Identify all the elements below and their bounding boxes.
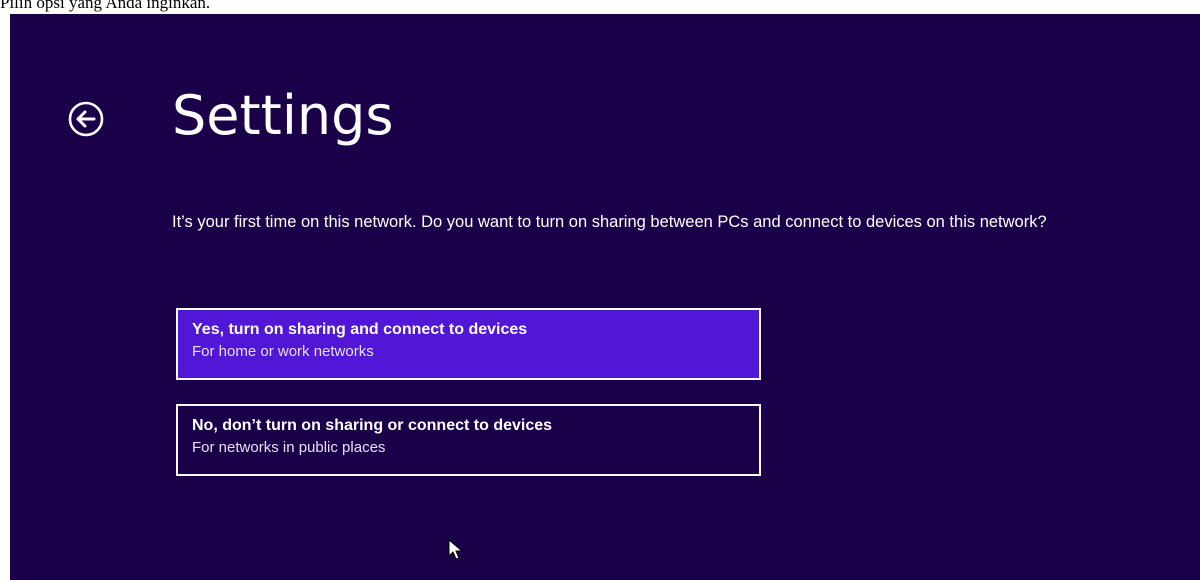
- network-sharing-prompt: It’s your first time on this network. Do…: [172, 213, 1047, 231]
- option-subtitle: For networks in public places: [192, 439, 386, 456]
- back-button[interactable]: [68, 101, 104, 137]
- mouse-pointer-icon: [448, 539, 464, 561]
- option-no-sharing[interactable]: No, don’t turn on sharing or connect to …: [176, 404, 761, 476]
- settings-screen: Settings It’s your first time on this ne…: [10, 14, 1200, 580]
- page-title: Settings: [172, 84, 394, 147]
- page-caption: Pilih opsi yang Anda inginkan.: [0, 0, 211, 12]
- option-title: Yes, turn on sharing and connect to devi…: [192, 321, 528, 338]
- back-arrow-circle-icon: [68, 101, 104, 137]
- option-title: No, don’t turn on sharing or connect to …: [192, 417, 553, 434]
- option-subtitle: For home or work networks: [192, 343, 374, 360]
- option-yes-turn-on-sharing[interactable]: Yes, turn on sharing and connect to devi…: [176, 308, 761, 380]
